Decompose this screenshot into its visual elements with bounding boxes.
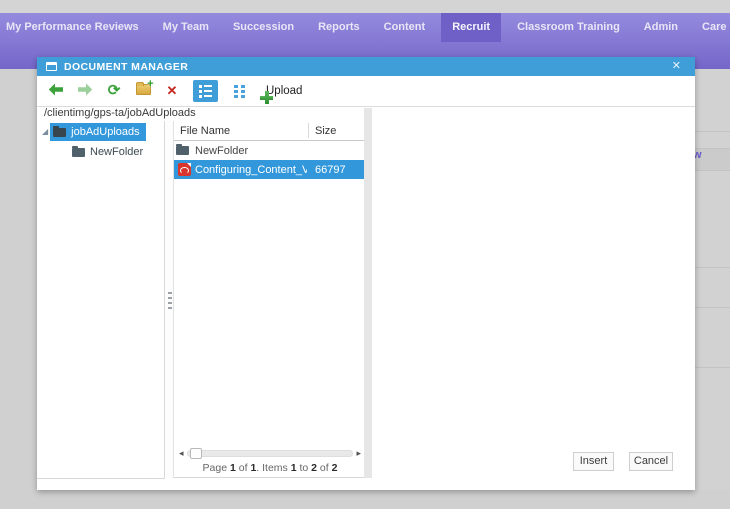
- nav-item-succession[interactable]: Succession: [233, 13, 294, 42]
- tree-item-label-box[interactable]: NewFolder: [69, 143, 149, 161]
- tree-item-newfolder[interactable]: NewFolder: [37, 143, 164, 161]
- folder-icon: [53, 125, 67, 137]
- arrow-right-icon: [77, 83, 93, 99]
- column-divider[interactable]: [308, 123, 309, 138]
- tree-item-label: jobAdUploads: [71, 126, 140, 138]
- pane-splitter[interactable]: [166, 121, 173, 479]
- dialog-toolbar: ⟳ + ✕ Upload: [37, 76, 695, 107]
- folder-icon: [72, 145, 85, 157]
- folder-icon: [174, 144, 195, 155]
- tree-expand-icon[interactable]: ◢: [42, 128, 48, 136]
- browser-top-strip: [0, 0, 730, 13]
- cancel-button[interactable]: Cancel: [629, 452, 673, 471]
- pager-text: to: [296, 462, 312, 474]
- file-row-configuring-content-vendo[interactable]: Configuring_Content_Vendo 66797: [174, 160, 366, 179]
- close-icon[interactable]: ✕: [672, 59, 681, 72]
- file-size: 66797: [315, 163, 346, 176]
- nav-item-recruit[interactable]: Recruit: [441, 13, 502, 42]
- back-button[interactable]: [48, 80, 64, 102]
- scroll-left-icon[interactable]: ◂: [179, 447, 184, 460]
- pager-text: . Items: [256, 462, 291, 474]
- nav-item-care[interactable]: Care: [702, 13, 726, 42]
- file-name: NewFolder: [195, 144, 249, 157]
- scroll-right-icon[interactable]: ▸: [356, 447, 361, 460]
- new-folder-icon: +: [135, 78, 154, 98]
- background-row-divider: [695, 170, 730, 171]
- main-nav: My Performance Reviews My Team Succession R…: [0, 13, 730, 42]
- splitter-grip-icon: [167, 291, 172, 294]
- delete-button[interactable]: ✕: [164, 80, 180, 102]
- splitter-grip-icon: [167, 301, 172, 304]
- grid-header[interactable]: File Name Size: [174, 121, 366, 141]
- pager-text: 2: [331, 462, 338, 474]
- upload-button[interactable]: Upload: [260, 80, 302, 102]
- tree-item-label-box[interactable]: jobAdUploads: [50, 123, 146, 141]
- pdf-file-icon: [174, 163, 195, 176]
- refresh-button[interactable]: ⟳: [106, 80, 122, 102]
- splitter-grip-icon: [167, 306, 172, 309]
- folder-tree-pane: ◢ jobAdUploads NewFolder: [37, 121, 165, 479]
- background-row-divider: [695, 307, 730, 308]
- delete-x-icon: ✕: [166, 83, 178, 98]
- background-row-divider: [695, 367, 730, 368]
- new-folder-button[interactable]: +: [135, 78, 154, 102]
- background-page-bottom: [0, 490, 730, 509]
- document-manager-dialog: DOCUMENT MANAGER ✕ ⟳ + ✕ Upload /clientimg/…: [37, 57, 695, 490]
- column-header-size[interactable]: Size: [315, 125, 336, 137]
- column-header-file-name[interactable]: File Name: [174, 125, 230, 137]
- pager-text: of: [235, 462, 251, 474]
- pager-text: Page: [202, 462, 230, 474]
- scrollbar-thumb[interactable]: [190, 448, 202, 459]
- background-page-right: w: [693, 69, 730, 490]
- splitter-grip-icon: [167, 296, 172, 299]
- nav-item-reports[interactable]: Reports: [318, 13, 360, 42]
- pager-text: of: [317, 462, 332, 474]
- nav-item-classroom-training[interactable]: Classroom Training: [517, 13, 620, 42]
- window-icon: [46, 62, 57, 71]
- list-view-button[interactable]: [193, 80, 218, 102]
- nav-item-my-team[interactable]: My Team: [163, 13, 209, 42]
- dialog-titlebar[interactable]: DOCUMENT MANAGER ✕: [37, 57, 695, 76]
- insert-button[interactable]: Insert: [573, 452, 614, 471]
- dialog-title: DOCUMENT MANAGER: [64, 60, 189, 73]
- file-name: Configuring_Content_Vendo: [195, 163, 307, 176]
- tree-item-label: NewFolder: [90, 146, 144, 158]
- file-row-newfolder[interactable]: NewFolder: [174, 141, 366, 160]
- grid-view-button[interactable]: [231, 80, 247, 102]
- folder-glyph: [175, 144, 189, 155]
- background-row-divider: [695, 267, 730, 268]
- nav-item-content[interactable]: Content: [384, 13, 426, 42]
- background-row-divider: [695, 131, 730, 132]
- grid-rows: NewFolder Configuring_Content_Vendo 66797: [174, 141, 366, 447]
- pager: Page 1 of 1. Items 1 to 2 of 2: [174, 460, 366, 477]
- list-view-icon: [199, 84, 212, 98]
- file-grid-pane: File Name Size NewFolder Configuring_Cont…: [173, 121, 366, 478]
- dialog-content: ◢ jobAdUploads NewFolder File Name Size Ne…: [37, 108, 695, 479]
- tree-item-jobaduploads[interactable]: ◢ jobAdUploads: [37, 123, 164, 141]
- arrow-left-icon: [48, 83, 64, 99]
- pdf-glyph: [178, 163, 191, 176]
- nav-item-my-performance-reviews[interactable]: My Performance Reviews: [6, 13, 139, 42]
- pane-edge-strip: [364, 108, 372, 478]
- refresh-icon: ⟳: [107, 82, 121, 99]
- horizontal-scrollbar[interactable]: ◂ ▸: [174, 447, 366, 460]
- forward-button[interactable]: [77, 80, 93, 102]
- grid-view-icon: [233, 84, 245, 98]
- scrollbar-track[interactable]: [186, 450, 354, 457]
- nav-item-admin[interactable]: Admin: [644, 13, 678, 42]
